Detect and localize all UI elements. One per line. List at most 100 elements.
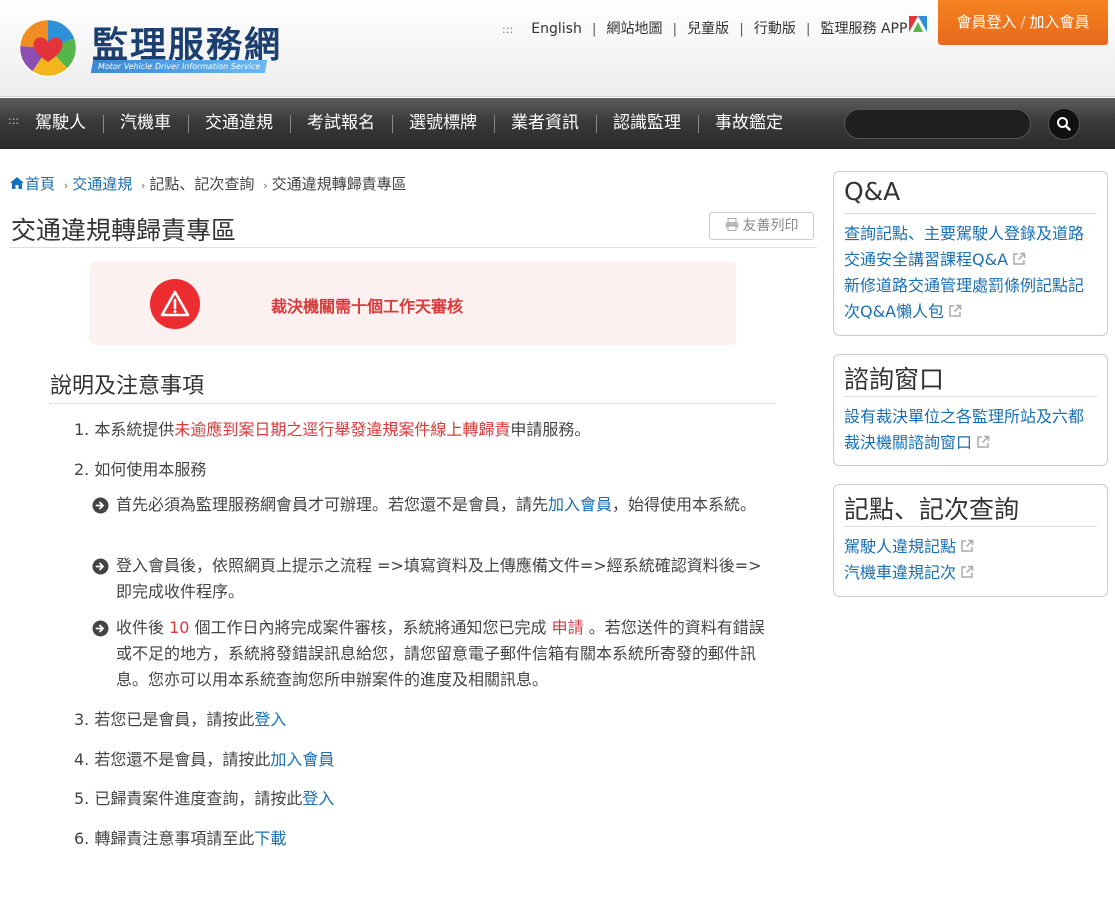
external-link-icon xyxy=(961,565,974,578)
member-login-label[interactable]: 會員登入 xyxy=(956,13,1016,31)
nav-item-driver[interactable]: 駕駛人 xyxy=(18,98,103,149)
item1-pre: 本系統提供 xyxy=(94,420,175,439)
panel-title: 諮詢窗口 xyxy=(844,365,945,394)
sub2-text: 登入會員後，依照網頁上提示之流程 =>填寫資料及上傳應備文件=>經系統確認資料後… xyxy=(116,556,762,601)
member-join-label[interactable]: 加入會員 xyxy=(1030,13,1090,31)
section-title: 說明及注意事項 xyxy=(50,374,205,399)
list-number: 2. xyxy=(74,460,90,479)
breadcrumb-violation[interactable]: 交通違規 xyxy=(72,175,132,193)
external-link-icon xyxy=(949,304,962,317)
toplink-english[interactable]: English xyxy=(531,21,582,37)
top-links: ::: English | 網站地圖 | 兒童版 | 行動版 | 監理服務 AP… xyxy=(502,18,907,38)
list-number: 3. xyxy=(74,710,90,729)
arrow-circle-icon xyxy=(92,620,109,637)
print-label[interactable]: 友善列印 xyxy=(743,218,799,234)
nav-items: 駕駛人 汽機車 交通違規 考試報名 選號標牌 業者資訊 認識監理 事故鑑定 xyxy=(18,98,800,149)
separator: | xyxy=(805,22,811,37)
breadcrumb-points[interactable]: 記點、記次查詢 xyxy=(149,175,254,193)
list-item-1: 1. 本系統提供未逾應到案日期之逕行舉發違規案件線上轉歸責申請服務。 xyxy=(74,417,590,443)
join-member-link[interactable]: 加入會員 xyxy=(548,495,612,514)
accesskey-dots[interactable]: ::: xyxy=(502,23,513,36)
login-link[interactable]: 登入 xyxy=(254,710,286,729)
sidebar-link-qa-1[interactable]: 查詢記點、主要駕駛人登錄及道路交通安全講習課程Q&A xyxy=(844,224,1084,269)
member-slash: / xyxy=(1020,13,1026,31)
item3-pre: 若您已是會員，請按此 xyxy=(94,710,255,729)
breadcrumb-arrow-icon: › xyxy=(263,179,268,192)
toplink-kids[interactable]: 兒童版 xyxy=(687,18,729,38)
nav-item-about[interactable]: 認識監理 xyxy=(596,98,698,149)
download-link[interactable]: 下載 xyxy=(254,829,286,848)
toplink-app[interactable]: 監理服務 APP xyxy=(821,18,908,38)
sidebar-panel-qa: Q&A 查詢記點、主要駕駛人登錄及道路交通安全講習課程Q&A 新修道路交通管理處… xyxy=(833,171,1108,336)
nav-item-plate[interactable]: 選號標牌 xyxy=(392,98,494,149)
nav-item-violation[interactable]: 交通違規 xyxy=(188,98,290,149)
sidebar-link-qa-2[interactable]: 新修道路交通管理處罰條例記點記次Q&A懶人包 xyxy=(844,276,1084,321)
section-divider xyxy=(50,403,776,404)
sub3-pre: 收件後 xyxy=(116,618,170,637)
sub1-pre: 首先必須為監理服務網會員才可辦理。若您還不是會員，請先 xyxy=(116,495,549,514)
breadcrumb-current: 交通違規轉歸責專區 xyxy=(271,175,407,193)
breadcrumb-home[interactable]: 首頁 xyxy=(25,175,55,193)
app-brand-icon[interactable] xyxy=(907,14,929,34)
panel-title: Q&A xyxy=(844,177,901,206)
list-item-5: 5. 已歸責案件進度查詢，請按此登入 xyxy=(74,786,334,812)
sub1-post: ，始得使用本系統。 xyxy=(612,495,757,514)
breadcrumb: 首頁 › 交通違規 › 記點、記次查詢 › 交通違規轉歸責專區 xyxy=(9,173,407,194)
sub-item-3: 收件後 10 個工作日內將完成案件審核，系統將通知您已完成 申請 。若您送件的資… xyxy=(92,615,772,693)
list-number: 4. xyxy=(74,750,90,769)
item2-text: 如何使用本服務 xyxy=(94,460,207,479)
separator: | xyxy=(672,22,678,37)
search-button[interactable] xyxy=(1048,108,1080,140)
list-number: 1. xyxy=(74,420,90,439)
member-login-button[interactable]: 會員登入 / 加入會員 xyxy=(938,0,1108,45)
sidebar-link-consult[interactable]: 設有裁決單位之各監理所站及六都裁決機關諮詢窗口 xyxy=(844,407,1084,452)
alert-box: 裁決機關需十個工作天審核 xyxy=(89,262,736,345)
item6-pre: 轉歸責注意事項請至此 xyxy=(94,829,255,848)
print-button[interactable]: 友善列印 xyxy=(709,212,814,240)
panel-body: 查詢記點、主要駕駛人登錄及道路交通安全講習課程Q&A 新修道路交通管理處罰條例記… xyxy=(834,214,1107,325)
warning-icon xyxy=(150,279,200,329)
sub3-apply: 申請 xyxy=(551,618,584,637)
toplink-sitemap[interactable]: 網站地圖 xyxy=(607,18,663,38)
item1-post: 申請服務。 xyxy=(510,420,591,439)
sub3-mid: 個工作日內將完成案件審核，系統將通知您已完成 xyxy=(189,618,552,637)
external-link-icon xyxy=(961,539,974,552)
nav-item-exam[interactable]: 考試報名 xyxy=(290,98,392,149)
panel-body: 駕駛人違規記點 汽機車違規記次 xyxy=(834,527,1107,586)
nav-item-business[interactable]: 業者資訊 xyxy=(494,98,596,149)
site-logo[interactable]: 監理服務網 Motor Vehicle Driver Information S… xyxy=(18,16,298,82)
toplink-mobile[interactable]: 行動版 xyxy=(754,18,796,38)
printer-icon xyxy=(725,218,738,231)
breadcrumb-arrow-icon: › xyxy=(141,179,146,192)
site-header: 監理服務網 Motor Vehicle Driver Information S… xyxy=(0,0,1115,97)
external-link-icon xyxy=(1013,252,1026,265)
panel-title: 記點、記次查詢 xyxy=(844,495,1020,524)
nav-item-accident[interactable]: 事故鑑定 xyxy=(698,98,800,149)
separator: | xyxy=(591,22,597,37)
breadcrumb-arrow-icon: › xyxy=(63,179,69,192)
sidebar-panel-consult: 諮詢窗口 設有裁決單位之各監理所站及六都裁決機關諮詢窗口 xyxy=(833,354,1108,466)
arrow-circle-icon xyxy=(92,558,109,575)
item1-highlight: 未逾應到案日期之逕行舉發違規案件線上轉歸責 xyxy=(174,420,511,439)
sidebar-link-driver-points[interactable]: 駕駛人違規記點 xyxy=(844,537,956,556)
search-icon xyxy=(1057,117,1071,131)
nav-item-vehicle[interactable]: 汽機車 xyxy=(103,98,188,149)
sub3-days: 10 xyxy=(169,618,190,637)
sidebar-link-vehicle-points[interactable]: 汽機車違規記次 xyxy=(844,563,956,582)
sidebar-panel-points: 記點、記次查詢 駕駛人違規記點 汽機車違規記次 xyxy=(833,484,1108,597)
list-item-3: 3. 若您已是會員，請按此登入 xyxy=(74,707,286,733)
item4-pre: 若您還不是會員，請按此 xyxy=(94,750,271,769)
page-title: 交通違規轉歸責專區 xyxy=(11,216,237,245)
list-item-6: 6. 轉歸責注意事項請至此下載 xyxy=(74,826,286,852)
panel-body: 設有裁決單位之各監理所站及六都裁決機關諮詢窗口 xyxy=(834,397,1107,456)
list-item-2: 2. 如何使用本服務 xyxy=(74,457,206,483)
external-link-icon xyxy=(977,435,990,448)
title-divider xyxy=(9,247,817,248)
search-input[interactable] xyxy=(844,109,1031,139)
list-item-4: 4. 若您還不是會員，請按此加入會員 xyxy=(74,747,334,773)
login-link[interactable]: 登入 xyxy=(302,789,334,808)
sub-item-2: 登入會員後，依照網頁上提示之流程 =>填寫資料及上傳應備文件=>經系統確認資料後… xyxy=(92,553,772,605)
join-member-link[interactable]: 加入會員 xyxy=(270,750,334,769)
logo-subtitle: Motor Vehicle Driver Information Service xyxy=(90,60,268,73)
item5-pre: 已歸責案件進度查詢，請按此 xyxy=(94,789,303,808)
